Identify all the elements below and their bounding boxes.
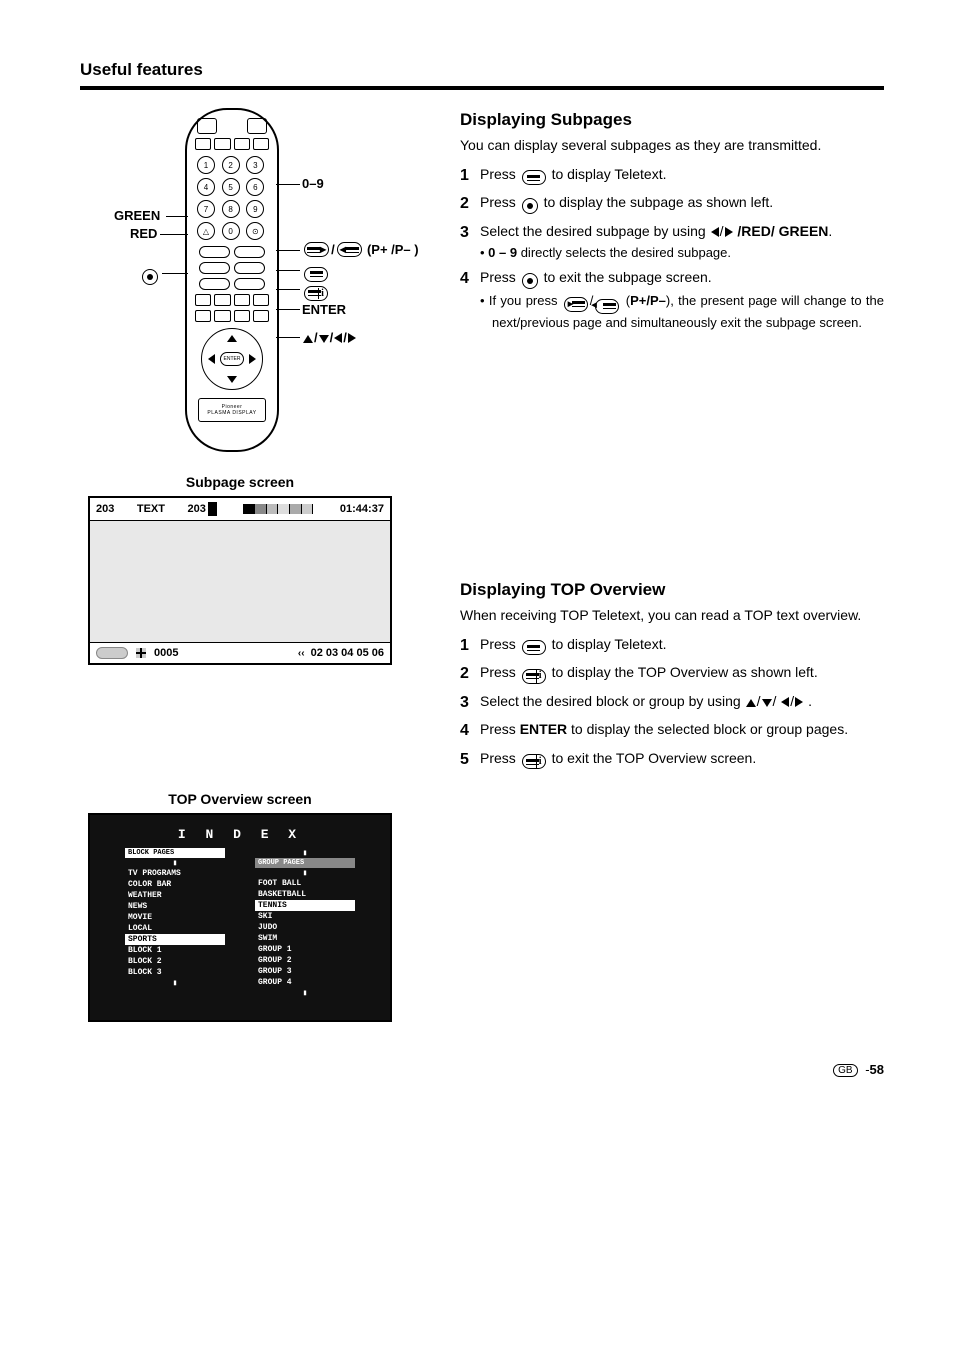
plus-icon xyxy=(136,648,146,658)
color-bars-icon xyxy=(243,504,313,514)
list-item: BLOCK 3 xyxy=(125,967,225,978)
list-item: SPORTS xyxy=(125,934,225,945)
step-1: 1 Press to display Teletext. xyxy=(460,165,884,187)
list-item: TV PROGRAMS xyxy=(125,868,225,879)
up-icon xyxy=(303,335,313,343)
list-item: FOOT BALL xyxy=(255,878,355,889)
top-overview-screen: I N D E X BLOCK PAGES ▮ TV PROGRAMS COLO… xyxy=(88,813,392,1022)
right-icon xyxy=(725,227,733,237)
callout-circle xyxy=(140,266,160,285)
subpage-caption: Subpage screen xyxy=(80,474,400,490)
page-footer: GB -58 xyxy=(80,1062,884,1077)
block-pages-header: BLOCK PAGES xyxy=(125,848,225,858)
step-5b: 5 Press i to exit the TOP Overview scree… xyxy=(460,749,884,771)
list-item: NEWS xyxy=(125,901,225,912)
callout-arrows: /// xyxy=(302,330,357,345)
horizontal-rule xyxy=(80,86,884,90)
page: Useful features 123 456 789 xyxy=(0,0,954,1117)
top-title: I N D E X xyxy=(90,815,390,848)
left-column: 123 456 789 △0⊙ xyxy=(80,108,400,1022)
rew-icon: ◀ xyxy=(337,242,362,257)
list-item: JUDO xyxy=(255,922,355,933)
subpage-screen: 203 TEXT 203 01:44:37 xyxy=(88,496,392,665)
page-title: Useful features xyxy=(80,60,884,80)
list-item: MOVIE xyxy=(125,912,225,923)
subpage-code: 0005 xyxy=(154,647,178,659)
list-item: COLOR BAR xyxy=(125,879,225,890)
up-icon xyxy=(746,699,756,707)
block-pages-column: BLOCK PAGES ▮ TV PROGRAMS COLOR BAR WEAT… xyxy=(125,848,225,998)
subpage-num2: 203 xyxy=(187,502,216,516)
list-item: BLOCK 1 xyxy=(125,945,225,956)
small-oval-icon xyxy=(96,647,128,659)
section-heading: Displaying TOP Overview xyxy=(460,580,884,600)
subpage-pages: 02 03 04 05 06 xyxy=(311,647,384,659)
right-icon xyxy=(795,697,803,707)
rew-icon: ◀ xyxy=(595,299,619,314)
step-4: 4 Press to exit the subpage screen. If y… xyxy=(460,268,884,332)
list-item: GROUP 2 xyxy=(255,955,355,966)
play-icon: ▶ xyxy=(304,242,329,257)
subpage-text: TEXT xyxy=(137,503,165,515)
step-2b: 2 Press i to display the TOP Overview as… xyxy=(460,663,884,685)
callout-green: GREEN xyxy=(114,208,160,223)
top-caption: TOP Overview screen xyxy=(80,791,400,807)
gb-badge: GB xyxy=(833,1064,857,1077)
right-column: Displaying Subpages You can display seve… xyxy=(460,108,884,1022)
list-item: BLOCK 2 xyxy=(125,956,225,967)
section-intro: When receiving TOP Teletext, you can rea… xyxy=(460,606,884,625)
left-icon xyxy=(781,697,789,707)
section-heading: Displaying Subpages xyxy=(460,110,884,130)
list-item: BASKETBALL xyxy=(255,889,355,900)
remote-outline: 123 456 789 △0⊙ xyxy=(185,108,279,452)
step-3: 3 Select the desired subpage by using / … xyxy=(460,222,884,263)
teletext-icon xyxy=(304,267,328,282)
page-number: 58 xyxy=(870,1062,884,1077)
step-4b: 4 Press ENTER to display the selected bl… xyxy=(460,720,884,742)
callout-menu xyxy=(302,263,330,282)
callout-ei: i xyxy=(302,282,330,301)
subpage-time: 01:44:37 xyxy=(340,503,384,515)
callout-0-9: 0–9 xyxy=(302,176,324,191)
step-2: 2 Press to display the subpage as shown … xyxy=(460,193,884,215)
step-3b: 3 Select the desired block or group by u… xyxy=(460,692,884,714)
list-item: GROUP 4 xyxy=(255,977,355,988)
section-intro: You can display several subpages as they… xyxy=(460,136,884,155)
callout-enter: ENTER xyxy=(302,302,346,317)
teletext-icon xyxy=(522,170,546,185)
down-icon xyxy=(762,699,772,707)
down-icon xyxy=(319,335,329,343)
ei-icon: i xyxy=(304,286,328,301)
right-icon xyxy=(348,333,356,343)
dot-circle-icon xyxy=(522,198,538,214)
callout-p-plus-minus: ▶/◀ (P+ /P– ) xyxy=(302,242,419,257)
double-left-icon: ‹‹ xyxy=(298,648,305,659)
left-icon xyxy=(334,333,342,343)
left-icon xyxy=(711,227,719,237)
list-item: TENNIS xyxy=(255,900,355,911)
remote-diagram: 123 456 789 △0⊙ xyxy=(80,108,400,468)
ei-icon: i xyxy=(522,669,546,684)
columns: 123 456 789 △0⊙ xyxy=(80,108,884,1022)
play-icon: ▶ xyxy=(564,297,588,312)
group-pages-header: GROUP PAGES xyxy=(255,858,355,868)
callout-red: RED xyxy=(130,226,157,241)
list-item: GROUP 3 xyxy=(255,966,355,977)
dot-circle-icon xyxy=(142,269,158,285)
ei-icon: i xyxy=(522,754,546,769)
teletext-icon xyxy=(522,640,546,655)
step-1b: 1 Press to display Teletext. xyxy=(460,635,884,657)
list-item: LOCAL xyxy=(125,923,225,934)
list-item: SWIM xyxy=(255,933,355,944)
list-item: WEATHER xyxy=(125,890,225,901)
list-item: SKI xyxy=(255,911,355,922)
group-pages-column: ▮ GROUP PAGES ▮ FOOT BALL BASKETBALL TEN… xyxy=(255,848,355,998)
list-item: GROUP 1 xyxy=(255,944,355,955)
dot-circle-icon xyxy=(522,273,538,289)
subpage-num1: 203 xyxy=(96,503,114,515)
